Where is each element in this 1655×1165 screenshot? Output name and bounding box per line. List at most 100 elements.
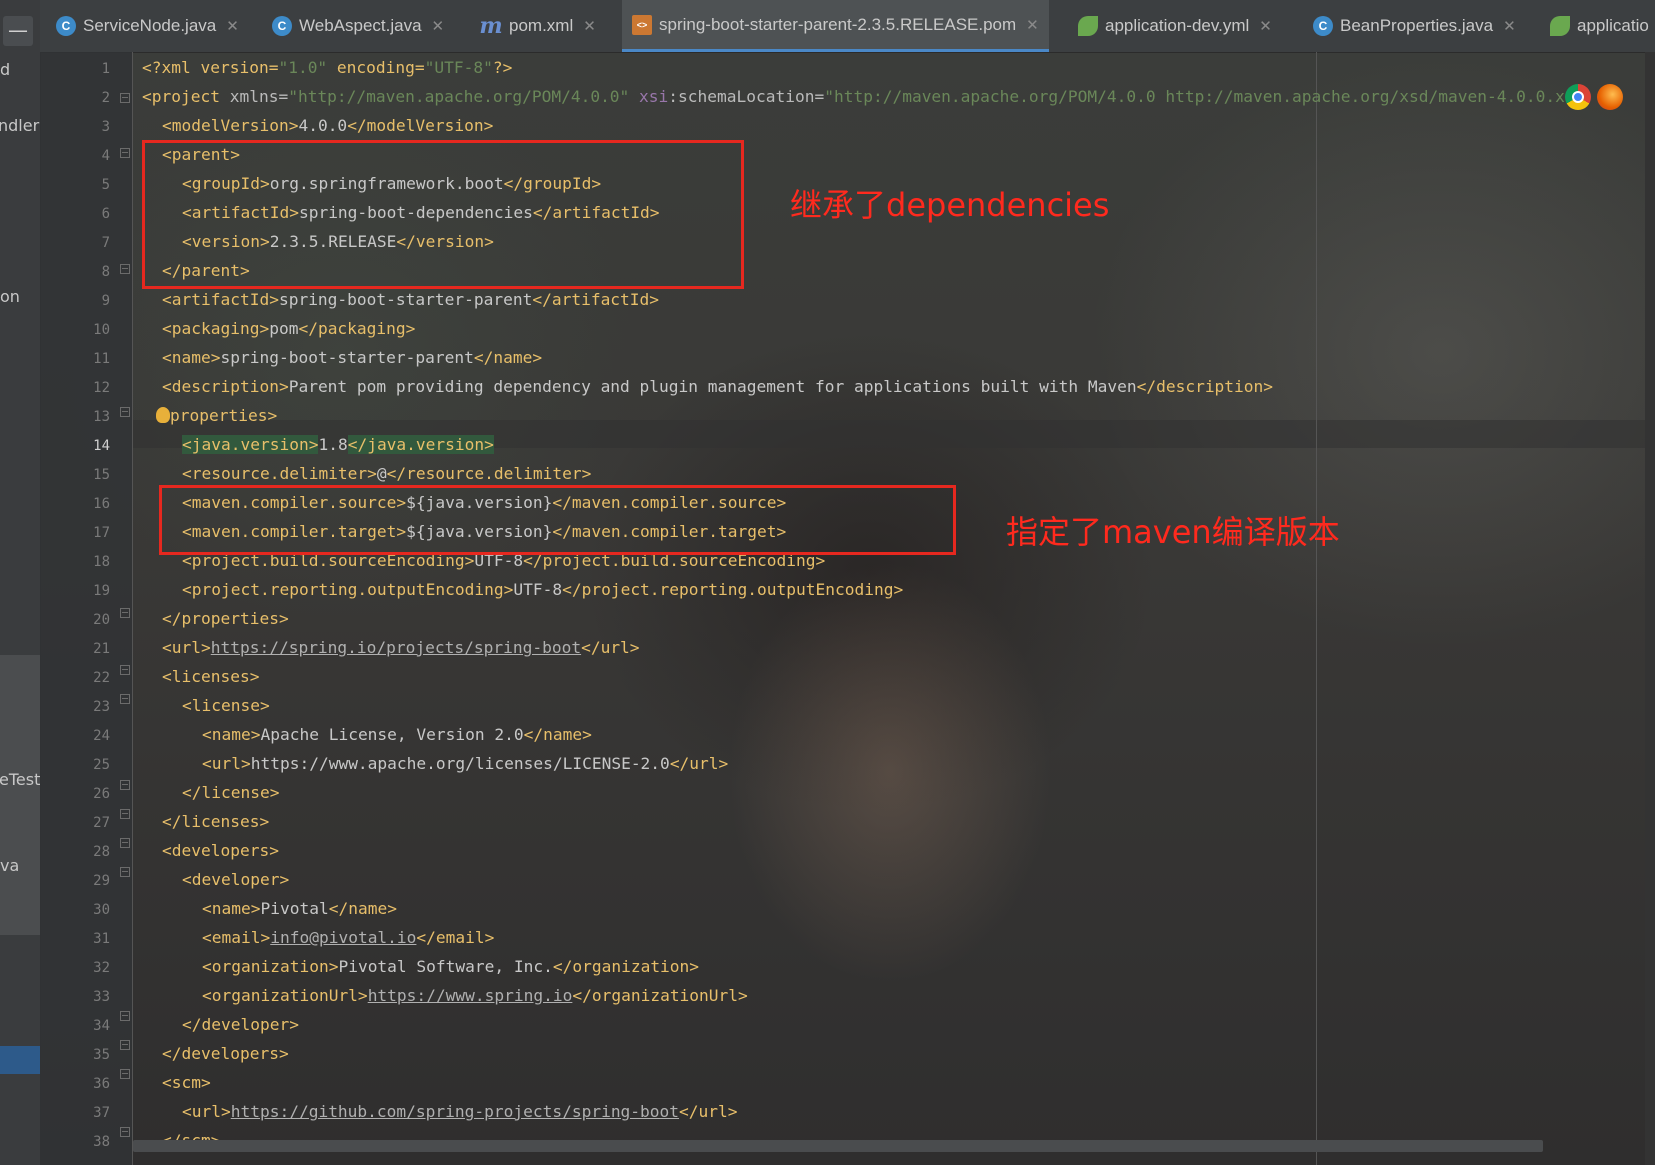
code-line-25[interactable]: <url>https://www.apache.org/licenses/LIC… [142,754,728,773]
line-number[interactable]: 37 [40,1105,110,1121]
line-number[interactable]: 4 [40,148,110,164]
line-number[interactable]: 30 [40,902,110,918]
firefox-icon[interactable] [1597,84,1623,110]
line-number[interactable]: 10 [40,322,110,338]
code-line-21[interactable]: <url>https://spring.io/projects/spring-b… [142,638,640,657]
fold-marker[interactable] [120,148,130,158]
line-number[interactable]: 27 [40,815,110,831]
vertical-scrollbar[interactable] [1645,52,1655,1165]
line-number[interactable]: 35 [40,1047,110,1063]
close-icon[interactable]: ✕ [1259,17,1272,35]
line-number[interactable]: 13 [40,409,110,425]
code-line-26[interactable]: </license> [142,783,279,802]
project-tree-item[interactable]: ndler [0,116,39,135]
line-number[interactable]: 8 [40,264,110,280]
close-icon[interactable]: ✕ [432,17,445,35]
line-number[interactable]: 24 [40,728,110,744]
fold-marker[interactable] [120,665,130,675]
fold-marker[interactable] [120,1040,130,1050]
code-line-34[interactable]: </developer> [142,1015,299,1034]
code-line-23[interactable]: <license> [142,696,270,715]
tab-pom-xml[interactable]: m pom.xml ✕ [479,0,596,52]
code-line-35[interactable]: </developers> [142,1044,289,1063]
code-line-30[interactable]: <name>Pivotal</name> [142,899,397,918]
fold-marker[interactable] [120,264,130,274]
code-line-19[interactable]: <project.reporting.outputEncoding>UTF-8<… [142,580,903,599]
line-number[interactable]: 12 [40,380,110,396]
fold-marker[interactable] [120,1011,130,1021]
line-number[interactable]: 14 [40,438,110,454]
line-number[interactable]: 33 [40,989,110,1005]
line-number[interactable]: 18 [40,554,110,570]
fold-marker[interactable] [120,93,130,103]
fold-marker[interactable] [120,608,130,618]
code-line-15[interactable]: <resource.delimiter>@</resource.delimite… [142,464,591,483]
close-icon[interactable]: ✕ [226,17,239,35]
line-number[interactable]: 38 [40,1134,110,1150]
code-line-2[interactable]: <project xmlns="http://maven.apache.org/… [142,87,1565,106]
line-number[interactable]: 21 [40,641,110,657]
tab-starter-parent-pom[interactable]: <> spring-boot-starter-parent-2.3.5.RELE… [622,0,1049,52]
line-number[interactable]: 9 [40,293,110,309]
code-line-13[interactable]: properties> [142,406,277,425]
tab-application-dev-yml[interactable]: application-dev.yml ✕ [1078,0,1272,52]
line-number[interactable]: 11 [40,351,110,367]
tree-selected-row[interactable] [0,1046,40,1074]
fold-marker[interactable] [120,867,130,877]
close-icon[interactable]: ✕ [1026,16,1039,34]
code-line-29[interactable]: <developer> [142,870,289,889]
code-line-12[interactable]: <description>Parent pom providing depend… [142,377,1273,396]
tab-beanproperties[interactable]: C BeanProperties.java ✕ [1313,0,1516,52]
email-link[interactable]: info@pivotal.io [270,928,416,947]
tab-servicenode[interactable]: C ServiceNode.java ✕ [56,0,239,52]
code-line-24[interactable]: <name>Apache License, Version 2.0</name> [142,725,592,744]
fold-marker[interactable] [120,809,130,819]
fold-marker[interactable] [120,1127,130,1137]
project-tree-item[interactable]: on [0,287,20,306]
line-number[interactable]: 31 [40,931,110,947]
line-number[interactable]: 29 [40,873,110,889]
fold-marker[interactable] [120,407,130,417]
line-number[interactable]: 3 [40,119,110,135]
code-line-1[interactable]: <?xml version="1.0" encoding="UTF-8"?> [142,58,512,77]
tab-application[interactable]: applicatio [1550,0,1649,52]
tab-webaspect[interactable]: C WebAspect.java ✕ [272,0,444,52]
code-line-11[interactable]: <name>spring-boot-starter-parent</name> [142,348,542,367]
line-number[interactable]: 36 [40,1076,110,1092]
code-line-3[interactable]: <modelVersion>4.0.0</modelVersion> [142,116,493,135]
code-line-14[interactable]: <java.version>1.8</java.version> [142,435,494,454]
line-number[interactable]: 20 [40,612,110,628]
close-icon[interactable]: ✕ [583,17,596,35]
line-number[interactable]: 6 [40,206,110,222]
line-number[interactable]: 2 [40,90,110,106]
line-number[interactable]: 28 [40,844,110,860]
close-icon[interactable]: ✕ [1503,17,1516,35]
line-number[interactable]: 5 [40,177,110,193]
line-number[interactable]: 17 [40,525,110,541]
code-line-28[interactable]: <developers> [142,841,279,860]
line-number[interactable]: 16 [40,496,110,512]
url-link[interactable]: https://spring.io/projects/spring-boot [211,638,581,657]
project-tree-item[interactable]: eTest [0,770,40,789]
code-line-37[interactable]: <url>https://github.com/spring-projects/… [142,1102,738,1121]
horizontal-scrollbar[interactable] [133,1140,1543,1152]
line-number[interactable]: 7 [40,235,110,251]
fold-marker[interactable] [120,694,130,704]
code-line-27[interactable]: </licenses> [142,812,269,831]
line-number[interactable]: 34 [40,1018,110,1034]
line-number[interactable]: 25 [40,757,110,773]
code-line-36[interactable]: <scm> [142,1073,211,1092]
project-tree-item[interactable]: va [0,856,19,875]
fold-marker[interactable] [120,1069,130,1079]
code-line-31[interactable]: <email>info@pivotal.io</email> [142,928,494,947]
url-link[interactable]: https://github.com/spring-projects/sprin… [231,1102,679,1121]
collapse-panel-button[interactable]: — [3,16,33,46]
line-number[interactable]: 32 [40,960,110,976]
code-line-32[interactable]: <organization>Pivotal Software, Inc.</or… [142,957,699,976]
fold-marker[interactable] [120,838,130,848]
line-number[interactable]: 22 [40,670,110,686]
chrome-icon[interactable] [1565,84,1591,110]
code-line-22[interactable]: <licenses> [142,667,259,686]
line-number[interactable]: 19 [40,583,110,599]
code-line-9[interactable]: <artifactId>spring-boot-starter-parent</… [142,290,659,309]
